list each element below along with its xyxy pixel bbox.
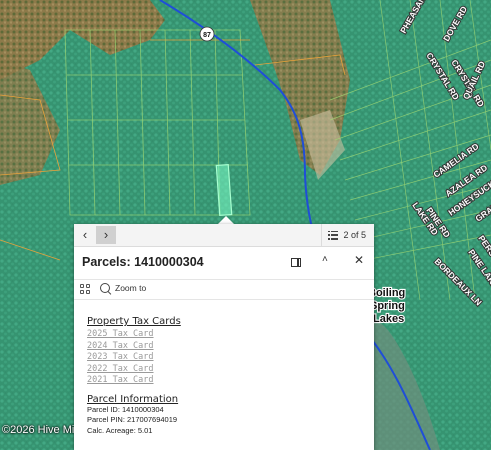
calc-acreage: Calc. Acreage: 5.01 [87,425,153,435]
zoom-to-button[interactable]: Zoom to [100,283,146,293]
popup-actions: Zoom to [74,280,374,300]
parcel-info-heading: Parcel Information [87,393,179,405]
popup-pointer [218,216,234,224]
tax-card-link-2025[interactable]: 2025 Tax Card [87,329,367,341]
highway-shield-label: 87 [203,32,211,39]
map-attribution: ©2026 Hive Mi [2,424,75,436]
parcel-id: Parcel ID: 1410000304 [87,404,164,414]
place-label-line-2: Spring [370,300,405,312]
popup-navigation: ‹ › 2 of 5 [74,224,374,247]
place-label: Boiling Spring Lakes [368,287,408,325]
zoom-to-label: Zoom to [115,283,147,293]
tax-card-link-2021[interactable]: 2021 Tax Card [87,375,367,387]
chevron-left-icon: ‹ [82,227,88,242]
tax-card-link-2022[interactable]: 2022 Tax Card [87,364,367,376]
close-icon: ✕ [354,253,365,267]
parcel-popup: ‹ › 2 of 5 Parcels: 1410000304 ˄ ✕ Zoom … [74,224,374,450]
collapse-button[interactable]: ˄ [322,254,328,265]
tax-card-list: 2025 Tax Card 2024 Tax Card 2023 Tax Car… [87,329,367,387]
list-icon [328,230,339,240]
dock-icon[interactable] [291,258,301,267]
feature-count: 2 of 5 [343,230,366,240]
feature-list-button[interactable]: 2 of 5 [321,224,372,246]
chevron-up-icon: ˄ [322,254,328,265]
close-button[interactable]: ✕ [354,253,364,267]
actions-menu-icon[interactable] [80,284,90,294]
previous-feature-button[interactable]: ‹ [75,226,95,244]
popup-header: Parcels: 1410000304 ˄ ✕ [74,249,374,280]
next-feature-button[interactable]: › [96,226,116,244]
zoom-icon [100,283,110,293]
popup-title: Parcels: 1410000304 [82,255,204,269]
tax-cards-heading: Property Tax Cards [87,316,181,327]
popup-content: Property Tax Cards 2025 Tax Card 2024 Ta… [87,316,367,436]
parcel-information: Parcel Information Parcel ID: 1410000304… [87,394,367,437]
tax-card-link-2024[interactable]: 2024 Tax Card [87,341,367,353]
chevron-right-icon: › [103,227,109,242]
tax-card-link-2023[interactable]: 2023 Tax Card [87,352,367,364]
parcel-pin: Parcel PIN: 217007694019 [87,415,178,425]
place-label-line-3: Lakes [373,313,404,325]
